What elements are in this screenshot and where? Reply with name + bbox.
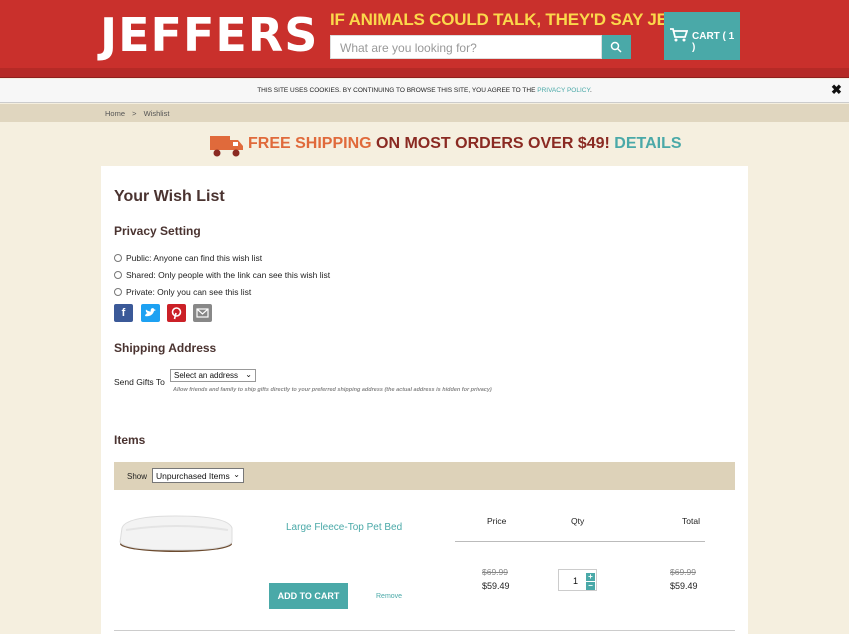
cart-button[interactable]: CART ( 1 ) (664, 12, 740, 60)
breadcrumb: Home > Wishlist (105, 109, 169, 118)
free-shipping-banner: FREE SHIPPING ON MOST ORDERS OVER $49! D… (210, 132, 682, 158)
column-total: Total (682, 516, 700, 526)
original-total: $69.99 (670, 567, 696, 577)
privacy-option-label: Private: Only you can see this list (126, 287, 252, 297)
sale-price: $59.49 (482, 581, 510, 591)
search-button[interactable] (602, 35, 631, 59)
chevron-down-icon: ⌄ (233, 470, 240, 479)
privacy-option-shared[interactable]: Shared: Only people with the link can se… (114, 270, 330, 280)
search-icon (610, 41, 622, 53)
truck-icon (210, 136, 243, 157)
minus-icon[interactable]: − (586, 582, 595, 590)
pinterest-icon[interactable] (167, 304, 186, 322)
cookie-text: THIS SITE USES COOKIES. BY CONTINUING TO… (257, 87, 538, 94)
twitter-icon[interactable] (141, 304, 160, 322)
row-divider (114, 630, 735, 631)
quantity-value[interactable]: 1 (573, 576, 578, 586)
free-shipping-label: FREE SHIPPING (248, 135, 372, 152)
address-select[interactable]: Select an address ⌄ (170, 369, 256, 382)
original-price: $69.99 (482, 567, 508, 577)
site-logo[interactable]: JEFFERS (100, 8, 318, 62)
plus-icon[interactable]: + (586, 573, 595, 581)
sale-total: $59.49 (670, 581, 698, 591)
breadcrumb-home[interactable]: Home (105, 109, 125, 118)
radio-shared[interactable] (114, 271, 122, 279)
header-stripe (0, 68, 849, 78)
shipping-threshold: ON MOST ORDERS OVER $49! (371, 135, 615, 152)
show-filter-value: Unpurchased Items (156, 471, 230, 481)
privacy-option-label: Shared: Only people with the link can se… (126, 270, 331, 280)
facebook-icon[interactable]: f (114, 304, 133, 322)
radio-public[interactable] (114, 254, 122, 262)
cart-icon (670, 28, 688, 42)
shipping-details-link[interactable]: DETAILS (614, 135, 681, 152)
privacy-option-public[interactable]: Public: Anyone can find this wish list (114, 253, 262, 263)
column-price: Price (487, 516, 507, 526)
cart-label: CART ( 1 ) (692, 31, 735, 53)
privacy-option-label: Public: Anyone can find this wish list (126, 253, 263, 263)
send-gifts-label: Send Gifts To (114, 377, 165, 387)
privacy-option-private[interactable]: Private: Only you can see this list (114, 287, 251, 297)
show-filter-select[interactable]: Unpurchased Items ⌄ (152, 468, 244, 483)
shipping-address-heading: Shipping Address (114, 341, 217, 355)
cookie-notice: THIS SITE USES COOKIES. BY CONTINUING TO… (0, 79, 849, 103)
search-input[interactable]: What are you looking for? (330, 35, 602, 59)
cookie-text-end: . (589, 87, 592, 94)
product-name-link[interactable]: Large Fleece-Top Pet Bed (286, 522, 402, 533)
privacy-policy-link[interactable]: PRIVACY POLICY (537, 87, 590, 94)
close-icon[interactable]: ✖ (831, 79, 843, 103)
page-title: Your Wish List (114, 188, 225, 205)
privacy-heading: Privacy Setting (114, 224, 201, 238)
breadcrumb-current: Wishlist (143, 109, 170, 118)
address-help-text: Allow friends and family to ship gifts d… (173, 387, 492, 393)
chevron-down-icon: ⌄ (245, 370, 252, 379)
column-qty: Qty (571, 516, 585, 526)
items-heading: Items (114, 433, 146, 447)
quantity-stepper[interactable]: 1 + − (558, 569, 597, 591)
product-image[interactable] (116, 510, 236, 556)
email-icon[interactable] (193, 304, 212, 322)
remove-link[interactable]: Remove (376, 593, 402, 600)
address-select-value: Select an address (174, 371, 239, 380)
radio-private[interactable] (114, 288, 122, 296)
add-to-cart-button[interactable]: ADD TO CART (269, 583, 348, 609)
breadcrumb-separator: > (132, 109, 137, 118)
column-divider (455, 541, 705, 542)
show-label: Show (127, 472, 148, 481)
